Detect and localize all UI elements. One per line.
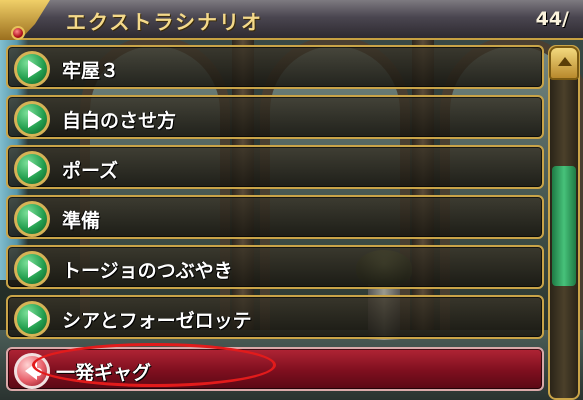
play-button-icon[interactable]	[14, 151, 50, 187]
scenario-item-label: 準備	[62, 210, 101, 232]
scenario-item-label: 牢屋３	[62, 60, 120, 82]
menu-title: エクストラシナリオ	[66, 10, 263, 34]
play-button-icon[interactable]	[14, 51, 50, 87]
scenario-item-label: ポーズ	[62, 160, 119, 182]
highlight-circle	[32, 343, 276, 387]
scenario-item[interactable]: シアとフォーゼロッテ	[6, 295, 544, 339]
scenario-item[interactable]: 牢屋３	[6, 45, 544, 89]
play-button-icon[interactable]	[14, 101, 50, 137]
scenario-item[interactable]: 自白のさせ方	[6, 95, 544, 139]
header-bar: エクストラシナリオ 44/	[0, 0, 583, 40]
scenario-item[interactable]: 準備	[6, 195, 544, 239]
scroll-up-button[interactable]	[549, 46, 579, 80]
play-button-icon[interactable]	[14, 201, 50, 237]
red-gem-icon	[11, 26, 25, 40]
up-arrow-icon	[558, 57, 572, 66]
scenario-item[interactable]: ポーズ	[6, 145, 544, 189]
scenario-item-label: シアとフォーゼロッテ	[62, 310, 252, 332]
play-button-icon[interactable]	[14, 251, 50, 287]
scenario-item-label: 自白のさせ方	[62, 110, 177, 132]
scrollbar-thumb[interactable]	[552, 166, 576, 286]
scenario-item-label: トージョのつぶやき	[62, 260, 233, 282]
scenario-item[interactable]: トージョのつぶやき	[6, 245, 544, 289]
scenario-counter: 44/	[535, 8, 569, 30]
play-button-icon[interactable]	[14, 301, 50, 337]
header-ornament	[0, 0, 50, 40]
